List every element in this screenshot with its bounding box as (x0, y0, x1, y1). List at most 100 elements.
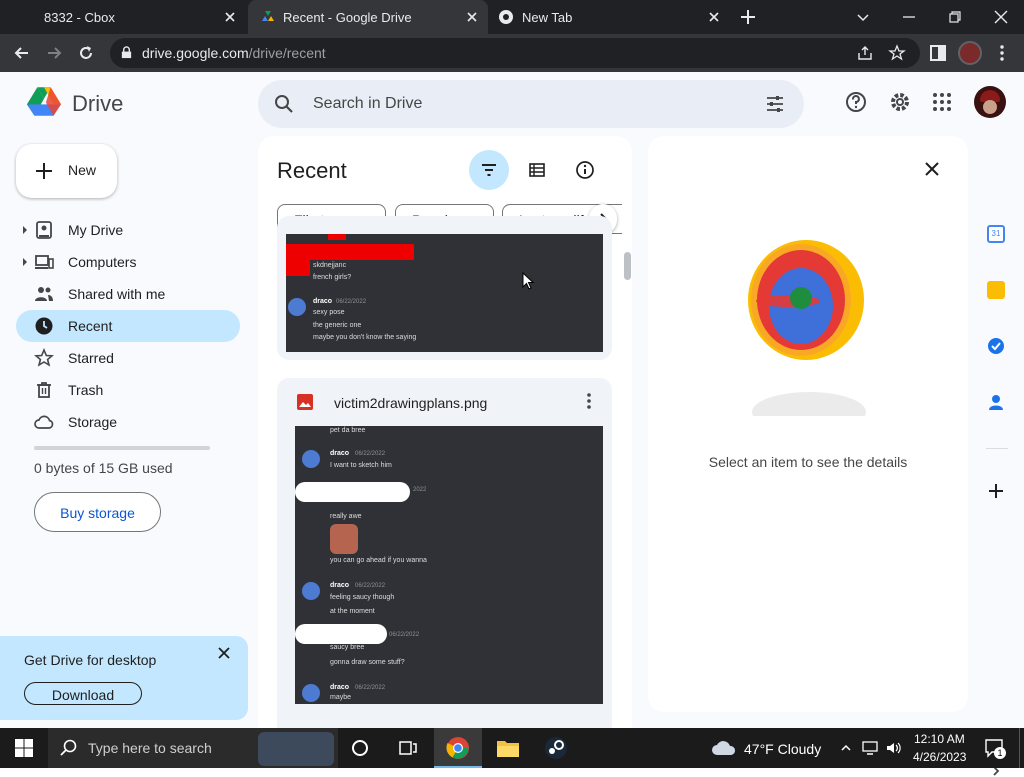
chevron-up-icon[interactable] (840, 742, 852, 754)
side-panel-icon[interactable] (929, 44, 947, 62)
tab-title: 8332 - Cbox (44, 9, 115, 25)
file-thumbnail: pet da bree draco 06/22/2022 I want to s… (295, 426, 603, 704)
tasks-icon[interactable] (987, 337, 1005, 355)
bookmark-star-icon[interactable] (888, 44, 906, 62)
nav-starred[interactable]: Starred (16, 342, 240, 374)
page-title: Recent (277, 158, 347, 183)
notification-center-button[interactable]: 1 (984, 738, 1006, 759)
chrome-menu-icon[interactable] (999, 44, 1005, 62)
close-promo-icon[interactable] (217, 646, 231, 660)
new-tab-plus-icon[interactable] (737, 6, 759, 28)
file-explorer-icon[interactable] (496, 738, 520, 758)
buy-storage-button[interactable]: Buy storage (34, 492, 161, 532)
side-panel-apps: 31 (978, 144, 1024, 776)
url-text: drive.google.com/drive/recent (142, 45, 326, 61)
side-panel-divider (986, 448, 1008, 449)
expand-caret-icon[interactable] (23, 226, 27, 234)
taskbar-search-box[interactable]: Type here to search (48, 728, 338, 768)
details-panel: Select an item to see the details (648, 136, 968, 712)
close-window-icon[interactable] (990, 6, 1012, 28)
close-tab-icon[interactable] (222, 9, 238, 25)
list-view-icon[interactable] (528, 161, 546, 179)
clock-time[interactable]: 12:10 AM (914, 732, 965, 746)
nav-storage[interactable]: Storage (16, 406, 240, 438)
apps-grid-icon[interactable] (932, 92, 952, 112)
search-bar[interactable]: Search in Drive (258, 80, 804, 128)
image-file-icon (297, 394, 313, 410)
volume-icon[interactable] (886, 741, 902, 755)
new-button[interactable]: New (16, 144, 117, 198)
nav-recent[interactable]: Recent (16, 310, 240, 342)
keep-icon[interactable] (987, 281, 1005, 299)
star-icon (34, 348, 54, 367)
more-actions-icon[interactable] (586, 392, 592, 410)
chat-avatar (302, 450, 320, 468)
chat-avatar (302, 684, 320, 702)
address-bar[interactable]: drive.google.com/drive/recent (110, 38, 920, 68)
network-icon[interactable] (862, 741, 878, 755)
details-empty-text: Select an item to see the details (708, 454, 908, 470)
chat-avatar (288, 298, 306, 316)
nav-trash[interactable]: Trash (16, 374, 240, 406)
search-icon (60, 739, 77, 756)
computers-icon (35, 255, 54, 269)
chrome-icon (446, 737, 469, 759)
search-highlight-art (258, 732, 334, 766)
product-name: Drive (72, 91, 124, 116)
file-thumbnail: skdnejjanc french girls? draco 06/22/202… (286, 234, 603, 352)
mouse-cursor-icon (522, 272, 534, 290)
add-addon-plus-icon[interactable] (987, 482, 1005, 500)
close-details-icon[interactable] (924, 161, 940, 177)
trash-icon (37, 382, 51, 398)
drive-favicon-icon (262, 11, 274, 21)
minimize-icon[interactable] (898, 6, 920, 28)
back-arrow-icon[interactable] (12, 43, 32, 63)
nav-my-drive[interactable]: My Drive (16, 214, 240, 246)
file-card-previous[interactable]: skdnejjanc french girls? draco 06/22/202… (277, 216, 612, 360)
tab-search-chevron-icon[interactable] (852, 6, 874, 28)
reload-icon[interactable] (76, 43, 96, 63)
redaction-scribble (295, 624, 387, 644)
profile-avatar[interactable] (958, 41, 982, 65)
redaction-block (328, 234, 346, 240)
calendar-icon[interactable]: 31 (987, 225, 1005, 243)
weather-cloud-icon[interactable] (711, 739, 737, 757)
expand-caret-icon[interactable] (23, 258, 27, 266)
download-button[interactable]: Download (24, 682, 142, 705)
filter-toggle-button[interactable] (469, 150, 509, 190)
info-icon[interactable] (575, 160, 595, 180)
task-view-icon[interactable] (398, 739, 418, 757)
browser-tab-new-tab[interactable]: New Tab (490, 0, 730, 34)
cortana-icon[interactable] (351, 739, 369, 757)
nav-computers[interactable]: Computers (16, 246, 240, 278)
clock-date[interactable]: 4/26/2023 (913, 750, 966, 764)
search-input[interactable]: Search in Drive (313, 95, 422, 113)
lock-icon[interactable] (120, 46, 133, 59)
restore-icon[interactable] (944, 6, 966, 28)
close-tab-icon[interactable] (706, 9, 722, 25)
file-card[interactable]: victim2drawingplans.png pet da bree drac… (277, 378, 612, 728)
forward-arrow-icon[interactable] (44, 43, 64, 63)
browser-tab-drive[interactable]: Recent - Google Drive (248, 0, 488, 34)
nav-shared-with-me[interactable]: Shared with me (16, 278, 240, 310)
share-icon[interactable] (856, 44, 874, 62)
help-icon[interactable] (845, 91, 867, 113)
search-options-icon[interactable] (765, 94, 785, 114)
windows-start-icon[interactable] (15, 739, 33, 757)
filter-icon (482, 164, 496, 176)
tab-title: Recent - Google Drive (283, 9, 412, 25)
steam-icon[interactable] (544, 736, 568, 760)
search-icon[interactable] (274, 94, 294, 114)
empty-state-illustration-icon (748, 240, 866, 416)
weather-text[interactable]: 47°F Cloudy (744, 741, 821, 757)
account-avatar[interactable] (974, 86, 1006, 118)
contacts-icon[interactable] (987, 393, 1005, 411)
show-desktop-button[interactable] (1019, 728, 1024, 768)
settings-gear-icon[interactable] (889, 91, 911, 113)
close-tab-icon[interactable] (464, 9, 480, 25)
taskbar-chrome-active[interactable] (434, 728, 482, 768)
drive-app: Drive Search in Drive New My Drive Compu… (0, 72, 1024, 776)
scrollbar-thumb[interactable] (624, 252, 631, 280)
browser-tab-cbox[interactable]: 8332 - Cbox (0, 0, 246, 34)
drive-logo-icon[interactable] (25, 85, 63, 118)
